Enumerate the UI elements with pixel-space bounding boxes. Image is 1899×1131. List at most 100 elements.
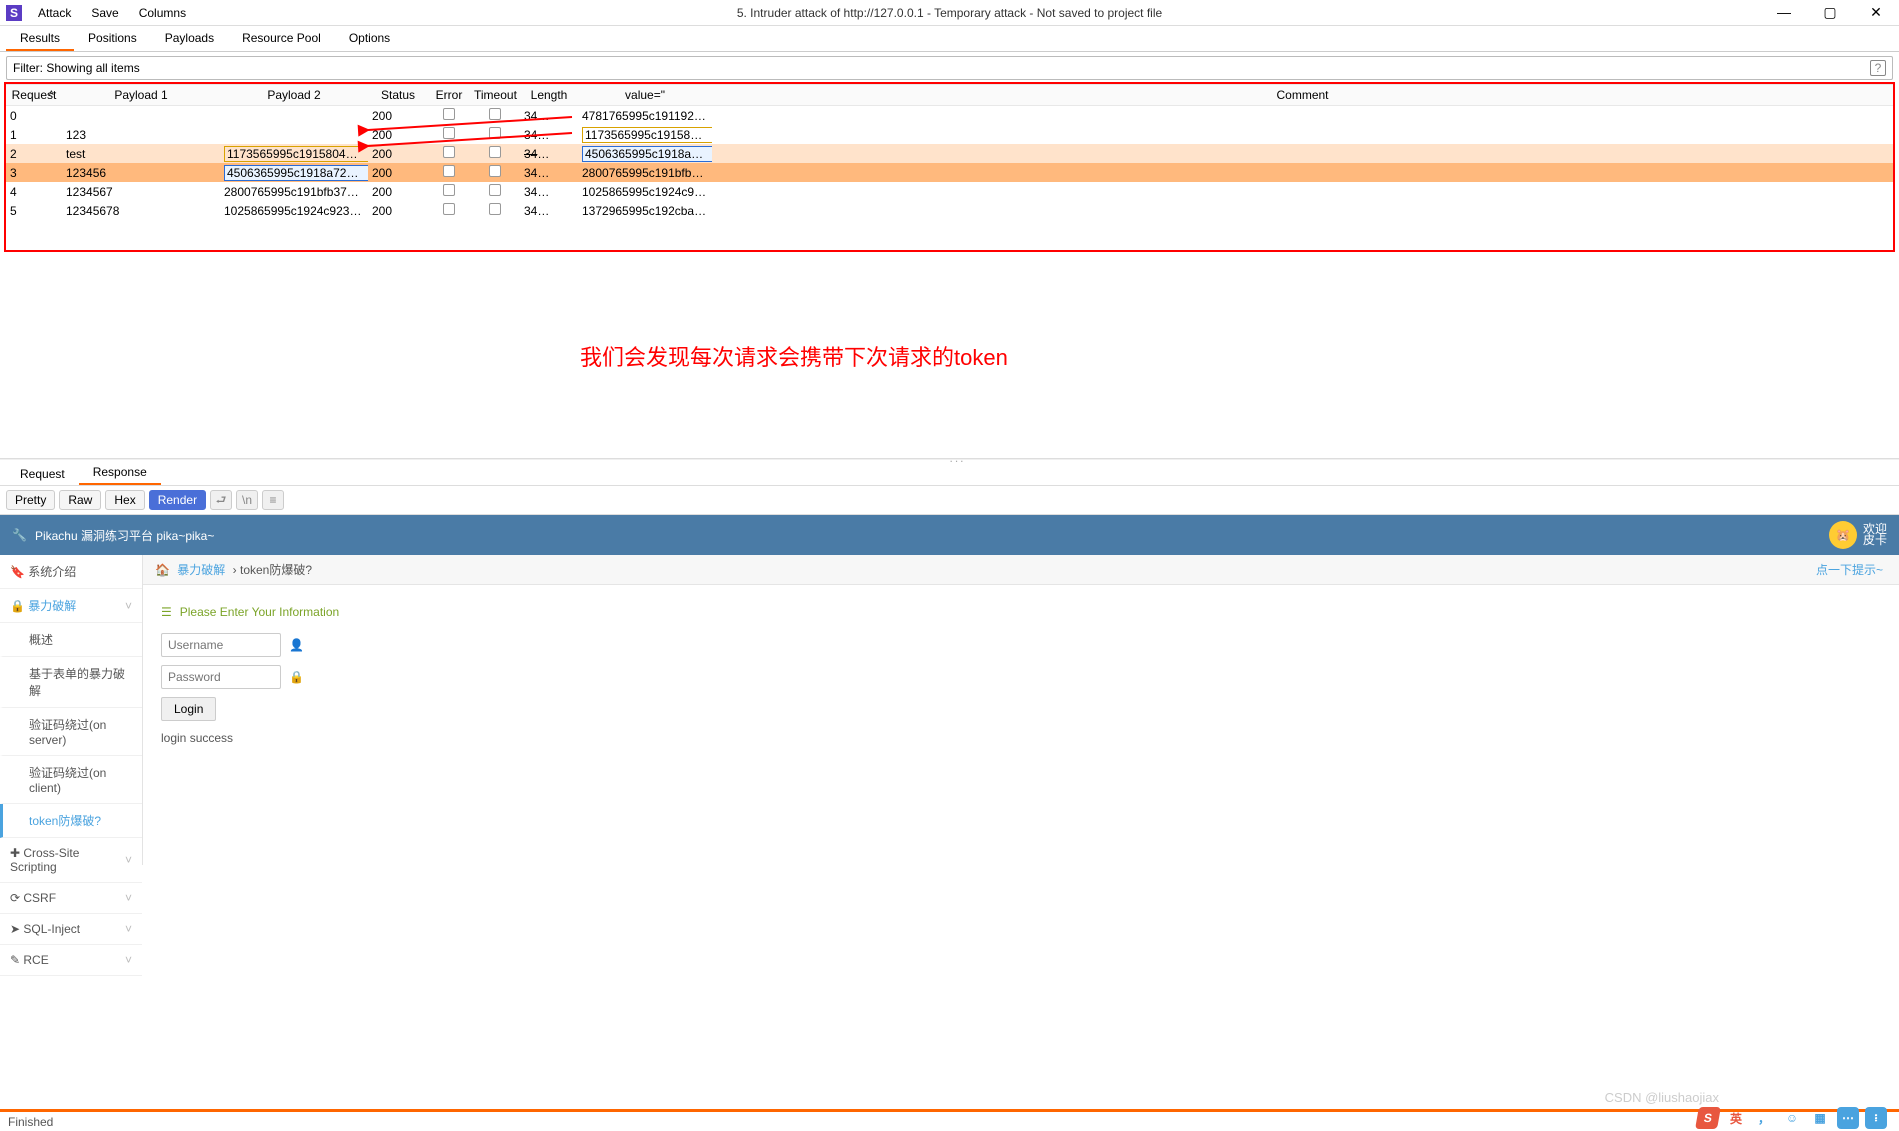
bars-icon: ☰	[161, 605, 172, 619]
timeout-checkbox	[489, 165, 501, 177]
side-csrf[interactable]: ⟳ CSRF˅	[0, 883, 142, 914]
maximize-button[interactable]: ▢	[1807, 4, 1853, 21]
ime-comma-icon[interactable]: ，	[1753, 1107, 1775, 1129]
crumb-brute[interactable]: 暴力破解	[177, 563, 225, 577]
user-icon: 👤	[289, 638, 301, 652]
password-input[interactable]	[161, 665, 281, 689]
newline-icon[interactable]: \n	[236, 490, 258, 510]
tab-payloads[interactable]: Payloads	[151, 26, 228, 51]
pikachu-header: 🔧 Pikachu 漏洞练习平台 pika~pika~ 🐹 欢迎皮卡	[0, 515, 1899, 555]
login-message: login success	[161, 731, 1881, 745]
col-timeout[interactable]: Timeout	[470, 85, 520, 106]
col-error[interactable]: Error	[428, 85, 470, 106]
menu-columns[interactable]: Columns	[129, 6, 196, 20]
results-table: Request˄ Payload 1 Payload 2 Status Erro…	[6, 84, 1893, 220]
table-row[interactable]: 1123200348241173565995c1915804...	[6, 125, 1893, 144]
menu-attack[interactable]: Attack	[28, 6, 81, 20]
side-intro[interactable]: 🔖 系统介绍	[0, 555, 142, 589]
ime-menu-icon[interactable]: ⋯	[1837, 1107, 1859, 1129]
tab-response[interactable]: Response	[79, 461, 161, 485]
sidebar: 🔖 系统介绍 🔒 暴力破解˅ 概述 基于表单的暴力破解 验证码绕过(on ser…	[0, 555, 143, 865]
watermark: CSDN @liushaojiax	[1605, 1090, 1719, 1105]
menu-bar: Attack Save Columns	[28, 6, 196, 20]
hint-link[interactable]: 点一下提示~	[1816, 561, 1883, 578]
side-sqli[interactable]: ➤ SQL-Inject˅	[0, 914, 142, 945]
view-pretty[interactable]: Pretty	[6, 490, 55, 510]
annotation-text: 我们会发现每次请求会携带下次请求的token	[580, 340, 1008, 372]
window-title: 5. Intruder attack of http://127.0.0.1 -…	[737, 6, 1162, 20]
splitter[interactable]	[0, 458, 1899, 460]
view-raw[interactable]: Raw	[59, 490, 101, 510]
side-sub-form[interactable]: 基于表单的暴力破解	[0, 657, 142, 708]
ime-smile-icon[interactable]: ☺	[1781, 1107, 1803, 1129]
side-sub-captcha-client[interactable]: 验证码绕过(on client)	[0, 756, 142, 804]
side-sub-captcha-server[interactable]: 验证码绕过(on server)	[0, 708, 142, 756]
close-button[interactable]: ✕	[1853, 4, 1899, 21]
crumb-token: token防爆破?	[240, 563, 312, 577]
table-row[interactable]: 2test1173565995c19158043337б...200348694…	[6, 144, 1893, 163]
hamburger-icon[interactable]: ≡	[262, 490, 284, 510]
window-controls: — ▢ ✕	[1761, 4, 1899, 21]
view-toolbar: Pretty Raw Hex Render ⮐ \n ≡	[0, 486, 1899, 514]
ime-bar: S 英 ， ☺ ▦ ⋯ ፧	[1697, 1107, 1887, 1129]
tab-resource-pool[interactable]: Resource Pool	[228, 26, 335, 51]
ime-more-icon[interactable]: ፧	[1865, 1107, 1887, 1129]
wrench-icon: 🔧	[12, 528, 27, 542]
table-header-row: Request˄ Payload 1 Payload 2 Status Erro…	[6, 85, 1893, 106]
side-xss[interactable]: ✚ Cross-Site Scripting˅	[0, 838, 142, 883]
annotation-arrow	[362, 112, 582, 132]
menu-save[interactable]: Save	[81, 6, 128, 20]
welcome-text: 欢迎皮卡	[1863, 524, 1887, 546]
table-row[interactable]: 5123456781025865995c1924c9230653...20034…	[6, 201, 1893, 220]
filter-text: Filter: Showing all items	[13, 61, 140, 75]
filter-bar[interactable]: Filter: Showing all items ?	[6, 56, 1893, 80]
ime-grid-icon[interactable]: ▦	[1809, 1107, 1831, 1129]
timeout-checkbox	[489, 184, 501, 196]
tab-results[interactable]: Results	[6, 26, 74, 51]
filter-help-icon[interactable]: ?	[1870, 60, 1886, 76]
col-length[interactable]: Length	[520, 85, 578, 106]
col-payload2[interactable]: Payload 2	[220, 85, 368, 106]
login-button[interactable]: Login	[161, 697, 216, 721]
ime-s-icon[interactable]: S	[1695, 1107, 1721, 1129]
linewrap-icon[interactable]: ⮐	[210, 490, 232, 510]
side-rce[interactable]: ✎ RCE˅	[0, 945, 142, 976]
col-comment[interactable]: Comment	[712, 85, 1893, 106]
col-request[interactable]: Request˄	[6, 85, 62, 106]
breadcrumb: 🏠 暴力破解 › token防爆破? 点一下提示~	[143, 555, 1899, 585]
form-title: ☰ Please Enter Your Information	[161, 605, 1881, 619]
main-tabs: Results Positions Payloads Resource Pool…	[0, 26, 1899, 52]
table-row[interactable]: 0200348484781765995c1911921...	[6, 106, 1893, 126]
error-checkbox	[443, 203, 455, 215]
table-row[interactable]: 412345672800765995c191bfb373135...200348…	[6, 182, 1893, 201]
app-logo: S	[6, 5, 22, 21]
statusbar: Finished	[0, 1109, 1899, 1131]
brand-text: Pikachu 漏洞练习平台 pika~pika~	[35, 527, 214, 544]
annotation-arrow	[362, 130, 582, 150]
table-row[interactable]: 31234564506365995c1918a7278407...2003484…	[6, 163, 1893, 182]
col-status[interactable]: Status	[368, 85, 428, 106]
status-text: Finished	[8, 1115, 53, 1129]
view-render[interactable]: Render	[149, 490, 206, 510]
tab-options[interactable]: Options	[335, 26, 404, 51]
username-input[interactable]	[161, 633, 281, 657]
timeout-checkbox	[489, 203, 501, 215]
side-sub-token[interactable]: token防爆破?	[0, 804, 142, 838]
side-sub-overview[interactable]: 概述	[0, 623, 142, 657]
tab-request[interactable]: Request	[6, 463, 79, 485]
col-value[interactable]: value="	[578, 85, 712, 106]
tab-positions[interactable]: Positions	[74, 26, 151, 51]
minimize-button[interactable]: —	[1761, 4, 1807, 21]
ime-lang[interactable]: 英	[1725, 1107, 1747, 1129]
error-checkbox	[443, 184, 455, 196]
home-icon[interactable]: 🏠	[155, 563, 170, 577]
results-table-annotation-box: Request˄ Payload 1 Payload 2 Status Erro…	[4, 82, 1895, 252]
view-hex[interactable]: Hex	[105, 490, 144, 510]
avatar: 🐹	[1829, 521, 1857, 549]
col-payload1[interactable]: Payload 1	[62, 85, 220, 106]
render-viewport: 🔧 Pikachu 漏洞练习平台 pika~pika~ 🐹 欢迎皮卡 🔖 系统介…	[0, 514, 1899, 865]
lock-icon: 🔒	[289, 670, 301, 684]
titlebar: S Attack Save Columns 5. Intruder attack…	[0, 0, 1899, 26]
side-brute[interactable]: 🔒 暴力破解˅	[0, 589, 142, 623]
main-content: 🏠 暴力破解 › token防爆破? 点一下提示~ ☰ Please Enter…	[143, 555, 1899, 865]
